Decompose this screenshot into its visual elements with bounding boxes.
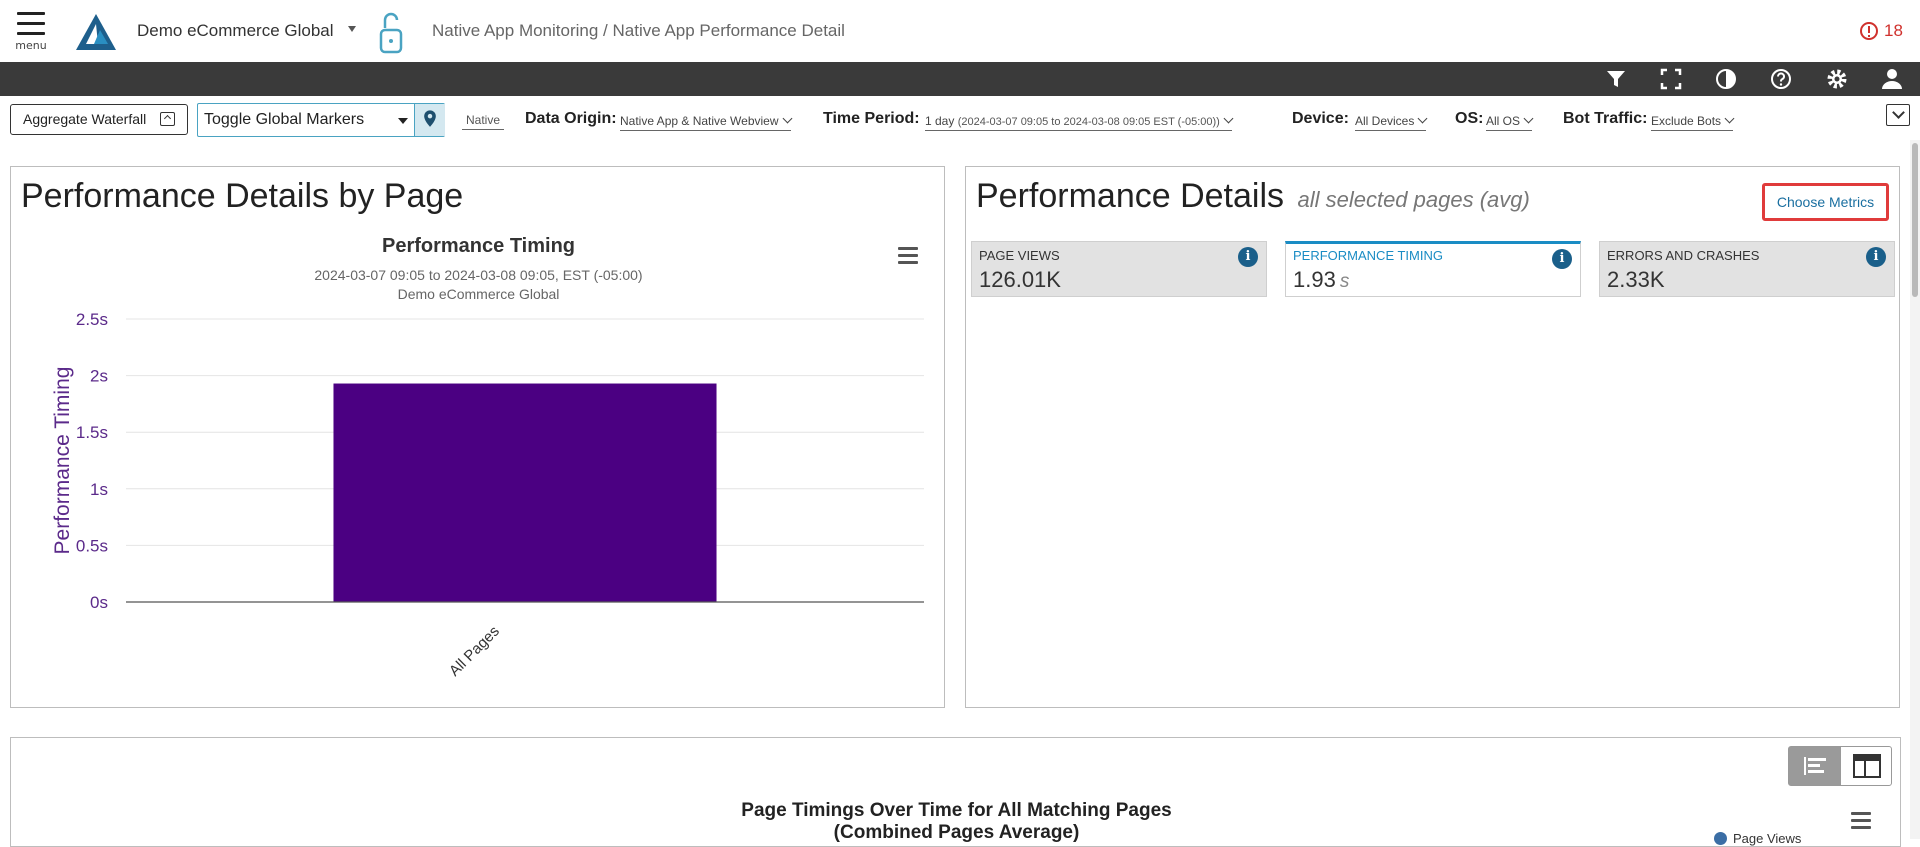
chevron-down-icon: [1724, 113, 1735, 124]
os-select[interactable]: All OS: [1486, 113, 1534, 131]
breadcrumb: Native App Monitoring / Native App Perfo…: [432, 21, 845, 40]
native-tag[interactable]: Native: [462, 113, 505, 130]
filter-bar: Aggregate Waterfall Toggle Global Marker…: [0, 96, 1920, 144]
device-label: Device:: [1292, 110, 1349, 127]
page-scrollbar[interactable]: [1910, 140, 1920, 839]
view-toggle: [1788, 746, 1892, 786]
info-icon[interactable]: i: [1866, 247, 1886, 267]
metric-value: 2.33K: [1607, 267, 1665, 293]
metric-value-number: 1.93: [1293, 267, 1336, 292]
timings-chart-title-line2: (Combined Pages Average): [833, 822, 1080, 843]
x-tick-label: All Pages: [446, 623, 503, 680]
contrast-icon[interactable]: [1714, 67, 1738, 91]
performance-details-panel: Performance Details all selected pages (…: [965, 166, 1900, 708]
bot-traffic-label: Bot Traffic:: [1563, 110, 1648, 127]
table-layout-icon: [1853, 754, 1881, 778]
caret-down-icon: [398, 118, 408, 124]
global-markers-select[interactable]: Toggle Global Markers: [197, 103, 445, 137]
user-icon[interactable]: [1880, 67, 1904, 91]
map-pin-icon[interactable]: [414, 104, 445, 136]
performance-timing-chart: 0s 0.5s 1s 1.5s 2s 2.5s All Pages Performance T…: [51, 310, 924, 680]
app-name[interactable]: Demo eCommerce Global: [137, 21, 334, 41]
y-tick-label: 0.5s: [76, 536, 108, 555]
metric-label: Page Views: [979, 248, 1060, 263]
y-tick-label: 0s: [90, 593, 108, 612]
global-markers-value: Toggle Global Markers: [204, 111, 365, 128]
performance-by-page-panel: Performance Details by Page Performance …: [10, 166, 945, 708]
data-origin-label: Data Origin:: [525, 110, 617, 127]
time-period-range: (2024-03-07 09:05 to 2024-03-08 09:05 ES…: [957, 116, 1220, 128]
logo-icon[interactable]: [74, 12, 118, 52]
menu-icon: [17, 12, 45, 15]
metric-value: 1.93 s: [1293, 267, 1349, 293]
help-icon[interactable]: [1769, 67, 1793, 91]
bar-list-icon: [1804, 757, 1826, 775]
alert-count: 18: [1884, 21, 1903, 40]
chart-bar[interactable]: [333, 383, 717, 602]
choose-metrics-button[interactable]: Choose Metrics: [1762, 183, 1889, 221]
global-toolbar: [0, 62, 1920, 96]
metric-card-page-views[interactable]: Page Views 126.01K i: [971, 241, 1267, 297]
chevron-down-icon: [782, 113, 792, 124]
bar-view-toggle[interactable]: [1789, 747, 1841, 785]
collapse-filters-button[interactable]: [1886, 104, 1910, 126]
panel-title-text: Performance Details: [976, 177, 1285, 215]
bot-traffic-select[interactable]: Exclude Bots: [1651, 113, 1735, 131]
fullscreen-icon[interactable]: [1659, 67, 1683, 91]
bot-traffic-value: Exclude Bots: [1651, 114, 1722, 128]
filter-icon[interactable]: [1604, 67, 1628, 91]
device-value: All Devices: [1355, 114, 1415, 128]
app-switcher-caret-icon[interactable]: [348, 26, 356, 32]
metric-card-performance-timing[interactable]: Performance Timing 1.93 s i: [1285, 241, 1581, 297]
chevron-down-icon: [1223, 113, 1234, 124]
open-external-icon: [160, 112, 175, 126]
timings-chart-title-line1: Page Timings Over Time for All Matching …: [741, 800, 1172, 821]
alert-indicator[interactable]: 18: [1860, 21, 1903, 41]
chevron-down-icon: [1417, 113, 1428, 124]
time-period-label: Time Period:: [823, 110, 920, 127]
metric-label: Errors and Crashes: [1607, 248, 1760, 263]
chevron-down-icon: [1523, 113, 1534, 124]
info-icon[interactable]: i: [1238, 247, 1258, 267]
panel-subtitle: all selected pages (avg): [1297, 187, 1530, 212]
menu-label: menu: [15, 39, 47, 52]
metric-value-number: 126.01K: [979, 267, 1061, 292]
info-icon[interactable]: i: [1552, 249, 1572, 269]
y-axis-title: Performance Timing: [51, 367, 74, 555]
table-view-toggle[interactable]: [1841, 747, 1893, 785]
time-period-value: 1 day: [925, 114, 955, 128]
aggregate-waterfall-label: Aggregate Waterfall: [23, 111, 147, 127]
metric-unit: s: [1339, 271, 1350, 292]
os-label: OS:: [1455, 110, 1484, 127]
chart-menu-icon[interactable]: [1851, 812, 1871, 830]
y-tick-label: 1s: [90, 480, 108, 499]
metric-label: Performance Timing: [1293, 248, 1443, 263]
y-tick-label: 1.5s: [76, 423, 108, 442]
device-select[interactable]: All Devices: [1355, 113, 1428, 131]
timings-chart-title: Page Timings Over Time for All Matching …: [11, 800, 1902, 844]
page-timings-over-time-panel: Page Timings Over Time for All Matching …: [10, 737, 1901, 847]
y-tick-label: 2.5s: [76, 310, 108, 329]
top-header: menu Demo eCommerce Global Native App Mo…: [0, 0, 1920, 62]
os-value: All OS: [1486, 114, 1521, 128]
alert-icon: [1860, 22, 1878, 40]
metric-card-errors-and-crashes[interactable]: Errors and Crashes 2.33K i: [1599, 241, 1895, 297]
metric-value: 126.01K: [979, 267, 1061, 293]
panel-title: Performance Details all selected pages (…: [976, 177, 1530, 216]
gear-icon[interactable]: [1825, 67, 1849, 91]
aggregate-waterfall-button[interactable]: Aggregate Waterfall: [10, 104, 188, 135]
menu-button[interactable]: menu: [14, 12, 48, 58]
scrollbar-thumb[interactable]: [1912, 143, 1918, 297]
y-tick-label: 2s: [90, 367, 108, 386]
time-period-select[interactable]: 1 day (2024-03-07 09:05 to 2024-03-08 09…: [925, 113, 1234, 131]
data-origin-select[interactable]: Native App & Native Webview: [620, 113, 792, 131]
metric-value-number: 2.33K: [1607, 267, 1665, 292]
unlock-icon[interactable]: [376, 10, 406, 54]
data-origin-value: Native App & Native Webview: [620, 114, 779, 128]
